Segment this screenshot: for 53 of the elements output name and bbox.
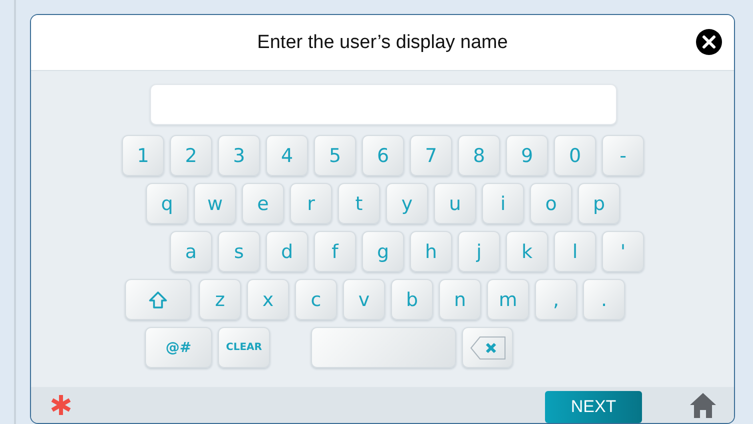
- key[interactable]: r: [290, 183, 332, 224]
- key[interactable]: p: [578, 183, 620, 224]
- key[interactable]: o: [530, 183, 572, 224]
- key[interactable]: s: [218, 231, 260, 272]
- key[interactable]: z: [199, 279, 241, 320]
- key[interactable]: c: [295, 279, 337, 320]
- key[interactable]: 3: [218, 135, 260, 176]
- key[interactable]: t: [338, 183, 380, 224]
- key[interactable]: i: [482, 183, 524, 224]
- key[interactable]: q: [146, 183, 188, 224]
- clear-key[interactable]: CLEAR: [218, 327, 270, 368]
- symbols-key[interactable]: @#: [145, 327, 212, 368]
- backspace-icon: [470, 336, 506, 360]
- key[interactable]: m: [487, 279, 529, 320]
- key[interactable]: 9: [506, 135, 548, 176]
- key[interactable]: 1: [122, 135, 164, 176]
- key[interactable]: -: [602, 135, 644, 176]
- backspace-key[interactable]: [462, 327, 513, 368]
- key[interactable]: b: [391, 279, 433, 320]
- key[interactable]: ,: [535, 279, 577, 320]
- key[interactable]: v: [343, 279, 385, 320]
- key[interactable]: 6: [362, 135, 404, 176]
- key[interactable]: x: [247, 279, 289, 320]
- key[interactable]: k: [506, 231, 548, 272]
- shift-icon: [148, 290, 168, 308]
- close-icon: [696, 29, 722, 55]
- home-icon: [689, 392, 717, 418]
- key[interactable]: a: [170, 231, 212, 272]
- dialog-title: Enter the user’s display name: [257, 32, 508, 54]
- key[interactable]: 8: [458, 135, 500, 176]
- key[interactable]: g: [362, 231, 404, 272]
- key[interactable]: j: [458, 231, 500, 272]
- key[interactable]: e: [242, 183, 284, 224]
- key[interactable]: u: [434, 183, 476, 224]
- key[interactable]: 0: [554, 135, 596, 176]
- key[interactable]: w: [194, 183, 236, 224]
- asterisk-icon: [49, 393, 73, 417]
- key[interactable]: d: [266, 231, 308, 272]
- key[interactable]: l: [554, 231, 596, 272]
- key[interactable]: ': [602, 231, 644, 272]
- key[interactable]: y: [386, 183, 428, 224]
- key[interactable]: 2: [170, 135, 212, 176]
- close-button[interactable]: [696, 29, 722, 55]
- next-button[interactable]: NEXT: [545, 391, 642, 423]
- name-input-field[interactable]: [150, 84, 617, 125]
- key[interactable]: 5: [314, 135, 356, 176]
- shift-key[interactable]: [125, 279, 191, 320]
- key[interactable]: f: [314, 231, 356, 272]
- key[interactable]: .: [583, 279, 625, 320]
- key[interactable]: n: [439, 279, 481, 320]
- key[interactable]: 4: [266, 135, 308, 176]
- key[interactable]: h: [410, 231, 452, 272]
- key[interactable]: 7: [410, 135, 452, 176]
